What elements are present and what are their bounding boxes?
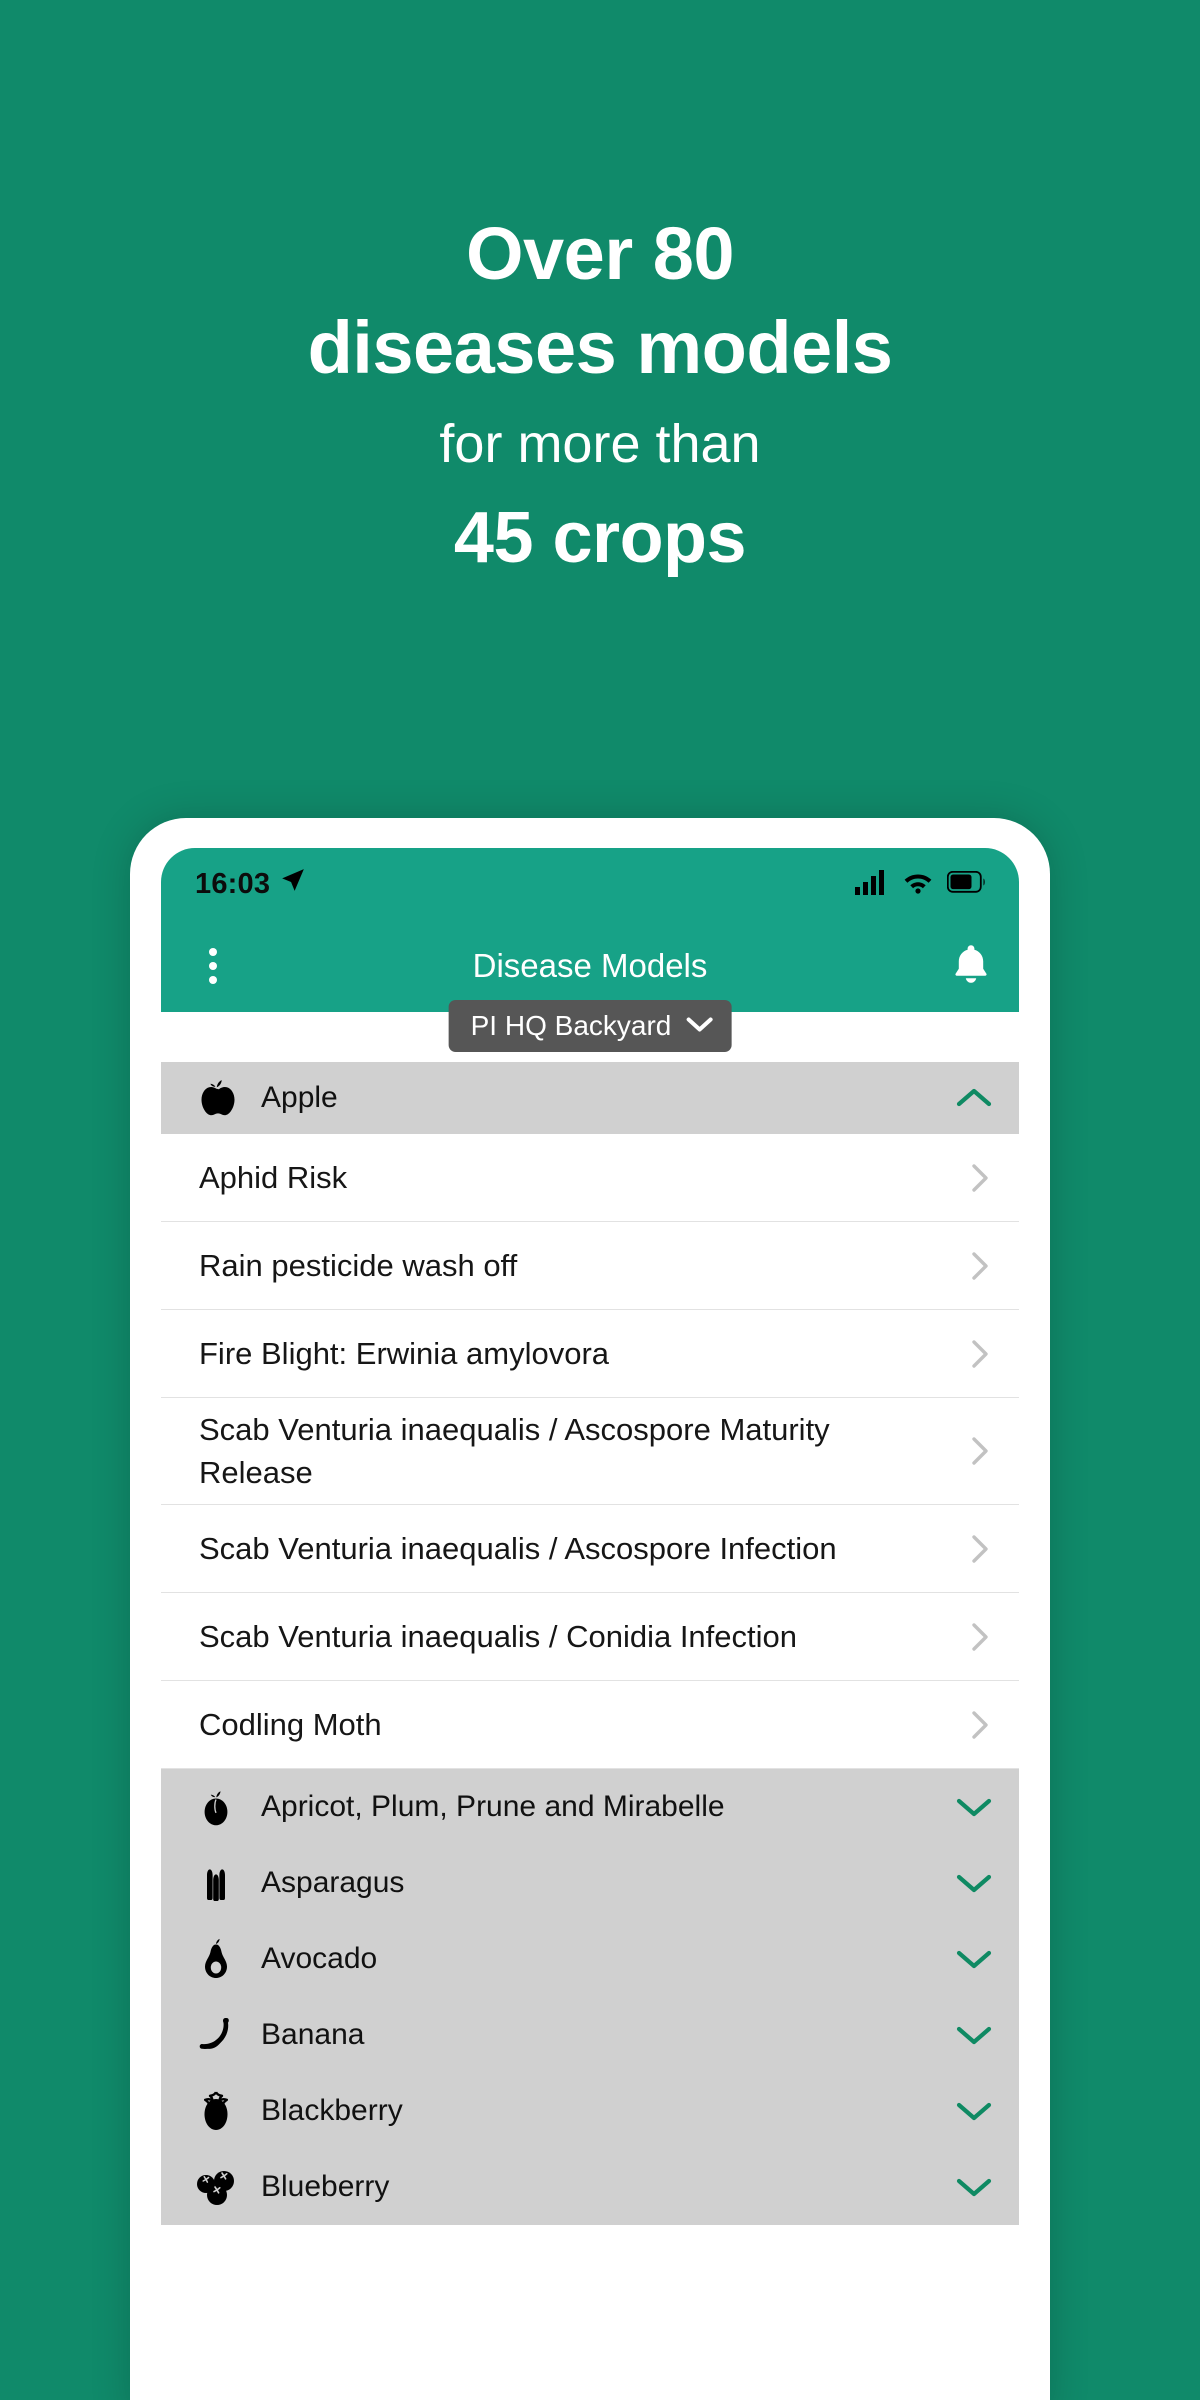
chevron-right-icon <box>967 1708 993 1742</box>
asparagus-icon <box>191 1863 241 1903</box>
banana-icon <box>191 2015 241 2055</box>
disease-label: Scab Venturia inaequalis / Conidia Infec… <box>199 1619 798 1654</box>
battery-icon <box>946 870 987 898</box>
blackberry-icon <box>191 2090 241 2132</box>
crop-label: Blackberry <box>261 2094 403 2127</box>
crop-header-blueberry[interactable]: Blueberry <box>161 2149 1019 2225</box>
crop-label: Apricot, Plum, Prune and Mirabelle <box>261 1790 725 1823</box>
chevron-right-icon <box>967 1249 993 1283</box>
signal-bars-icon <box>855 869 889 900</box>
crop-header-blackberry[interactable]: Blackberry <box>161 2073 1019 2149</box>
crop-header-avocado[interactable]: Avocado <box>161 1921 1019 1997</box>
chevron-down-icon <box>955 2022 993 2048</box>
collapsed-crop-list: Apricot, Plum, Prune and Mirabelle Aspar… <box>161 1769 1019 2225</box>
chevron-up-icon <box>955 1085 993 1111</box>
crop-header-apple[interactable]: Apple <box>161 1062 1019 1134</box>
headline-line-1: Over 80 <box>465 212 735 295</box>
headline-block: Over 80 diseases models for more than 45… <box>0 210 1200 586</box>
field-selector-value: PI HQ Backyard <box>470 1010 672 1041</box>
kebab-menu-icon[interactable] <box>191 944 235 988</box>
avocado-icon <box>191 1938 241 1980</box>
crop-label: Blueberry <box>261 2170 390 2203</box>
phone-mockup: 16:03 Disease Models PI HQ Backyard Appl… <box>130 818 1050 2400</box>
page-title: Disease Models <box>472 947 708 984</box>
disease-row[interactable]: Scab Venturia inaequalis / Ascospore Inf… <box>161 1505 1019 1593</box>
chevron-right-icon <box>967 1434 993 1468</box>
crop-label: Avocado <box>261 1942 378 1975</box>
disease-row[interactable]: Fire Blight: Erwinia amylovora <box>161 1310 1019 1398</box>
disease-models-list: Apple Aphid Risk Rain pesticide wash off <box>161 1062 1019 2225</box>
crop-header-banana[interactable]: Banana <box>161 1997 1019 2073</box>
chevron-down-icon <box>955 1870 993 1896</box>
phone-screen: 16:03 Disease Models PI HQ Backyard Appl… <box>161 848 1019 2400</box>
headline-line-2: diseases models <box>307 306 893 389</box>
disease-label: Fire Blight: Erwinia amylovora <box>199 1336 610 1371</box>
field-selector-dropdown[interactable]: PI HQ Backyard <box>448 1000 732 1052</box>
disease-label: Rain pesticide wash off <box>199 1248 518 1283</box>
crop-header-asparagus[interactable]: Asparagus <box>161 1845 1019 1921</box>
crop-label: Banana <box>261 2018 365 2051</box>
chevron-right-icon <box>967 1532 993 1566</box>
chevron-right-icon <box>967 1337 993 1371</box>
crop-label: Asparagus <box>261 1866 405 1899</box>
location-arrow-icon <box>280 867 306 901</box>
bell-icon[interactable] <box>951 942 991 991</box>
status-bar-right <box>855 869 987 900</box>
disease-row[interactable]: Codling Moth <box>161 1681 1019 1769</box>
crop-header-apricot[interactable]: Apricot, Plum, Prune and Mirabelle <box>161 1769 1019 1845</box>
promo-page: Over 80 diseases models for more than 45… <box>0 0 1200 2400</box>
status-bar: 16:03 <box>161 848 1019 920</box>
disease-row[interactable]: Rain pesticide wash off <box>161 1222 1019 1310</box>
chevron-down-icon <box>955 2098 993 2124</box>
apple-disease-rows: Aphid Risk Rain pesticide wash off Fire … <box>161 1134 1019 1769</box>
disease-row[interactable]: Aphid Risk <box>161 1134 1019 1222</box>
disease-label: Scab Venturia inaequalis / Ascospore Mat… <box>199 1412 830 1490</box>
chevron-right-icon <box>967 1620 993 1654</box>
crop-label: Apple <box>261 1081 338 1114</box>
apple-icon <box>191 1078 241 1118</box>
chevron-right-icon <box>967 1161 993 1195</box>
disease-label: Codling Moth <box>199 1707 382 1742</box>
status-bar-left: 16:03 <box>195 867 306 901</box>
chevron-down-icon <box>955 2174 993 2200</box>
disease-label: Scab Venturia inaequalis / Ascospore Inf… <box>199 1531 837 1566</box>
apricot-icon <box>191 1787 241 1827</box>
blueberry-icon <box>191 2168 241 2206</box>
status-bar-time: 16:03 <box>195 867 271 900</box>
disease-row[interactable]: Scab Venturia inaequalis / Ascospore Mat… <box>161 1398 1019 1505</box>
wifi-icon <box>903 870 933 899</box>
headline-line-3: for more than <box>439 414 761 474</box>
field-selector-area: PI HQ Backyard <box>161 1000 1019 1062</box>
disease-row[interactable]: Scab Venturia inaequalis / Conidia Infec… <box>161 1593 1019 1681</box>
chevron-down-icon <box>955 1794 993 1820</box>
disease-label: Aphid Risk <box>199 1160 348 1195</box>
chevron-down-icon <box>685 1010 713 1042</box>
headline-line-4: 45 crops <box>453 498 747 578</box>
app-bar: Disease Models <box>161 920 1019 1012</box>
chevron-down-icon <box>955 1946 993 1972</box>
